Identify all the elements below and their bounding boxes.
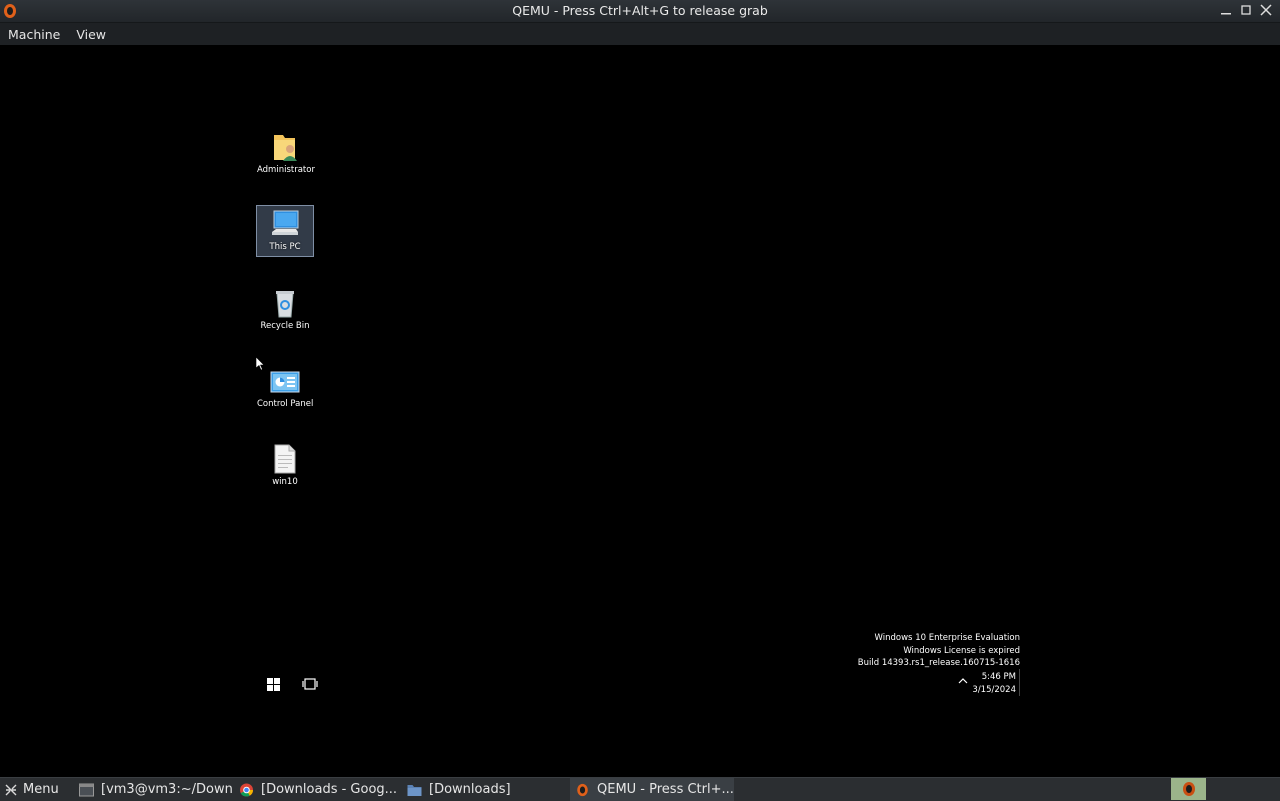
system-clock[interactable]: 5:46 PM 3/15/2024	[968, 671, 1016, 697]
license-watermark: Windows 10 Enterprise Evaluation Windows…	[858, 632, 1020, 670]
mouse-pointer-icon	[256, 357, 265, 371]
document-icon	[274, 444, 296, 474]
minimize-button[interactable]	[1220, 1, 1234, 19]
terminal-icon	[79, 783, 94, 796]
chrome-icon	[240, 783, 253, 797]
task-label: [Downloads - Goog...	[261, 782, 398, 797]
desktop-icon-recycle-bin[interactable]: Recycle Bin	[256, 284, 314, 336]
menu-machine[interactable]: Machine	[0, 27, 68, 42]
task-label: [vm3@vm3:~/Down...	[101, 782, 234, 797]
clock-date: 3/15/2024	[972, 685, 1016, 695]
task-qemu[interactable]: QEMU - Press Ctrl+...	[570, 778, 734, 801]
computer-icon	[272, 210, 299, 235]
user-folder-icon	[274, 135, 297, 161]
desktop-icon-this-pc[interactable]: This PC	[256, 205, 314, 257]
task-label: QEMU - Press Ctrl+...	[597, 782, 734, 797]
maximize-button[interactable]	[1240, 1, 1254, 19]
qemu-icon	[1182, 782, 1195, 796]
show-desktop-button[interactable]	[1019, 669, 1020, 696]
watermark-license: Windows License is expired	[903, 645, 1020, 656]
watermark-edition: Windows 10 Enterprise Evaluation	[874, 633, 1020, 643]
maximize-icon	[1241, 5, 1251, 15]
close-button[interactable]	[1260, 1, 1274, 19]
guest-screen[interactable]: Administrator This PC Recycle Bin Contro…	[0, 45, 1280, 777]
task-downloads-folder[interactable]: [Downloads]	[402, 778, 570, 801]
desktop-icon-label: Recycle Bin	[260, 321, 310, 331]
desktop-icon-label: Control Panel	[257, 399, 314, 409]
window-title: QEMU - Press Ctrl+Alt+G to release grab	[512, 3, 768, 18]
windows-start-icon[interactable]	[267, 678, 280, 691]
minimize-icon	[1221, 13, 1231, 15]
desktop-icon-win10[interactable]: win10	[256, 440, 314, 492]
task-view-icon[interactable]	[302, 677, 318, 691]
control-panel-icon	[270, 371, 300, 393]
window-titlebar[interactable]: QEMU - Press Ctrl+Alt+G to release grab	[0, 0, 1280, 23]
menu-view[interactable]: View	[68, 27, 114, 42]
desktop-icon-administrator[interactable]: Administrator	[256, 128, 315, 180]
task-terminal[interactable]: [vm3@vm3:~/Down...	[74, 778, 234, 801]
watermark-build: Build 14393.rs1_release.160715-1616	[857, 658, 1020, 668]
close-icon	[1260, 4, 1272, 16]
recycle-bin-icon	[276, 291, 294, 318]
app-menu-icon	[5, 784, 17, 795]
task-chrome[interactable]: [Downloads - Goog...	[234, 778, 402, 801]
qemu-icon	[577, 783, 588, 796]
host-taskbar: Menu [vm3@vm3:~/Down... [Downloads - Goo…	[0, 777, 1280, 801]
host-menu-button[interactable]: Menu	[0, 782, 74, 797]
menubar: Machine View	[0, 23, 1280, 45]
clock-time: 5:46 PM	[981, 672, 1016, 682]
desktop-icon-label: win10	[272, 477, 298, 487]
desktop-icon-label: This PC	[269, 242, 301, 252]
desktop-icon-label: Administrator	[257, 165, 315, 175]
tray-qemu-indicator[interactable]	[1171, 778, 1206, 800]
folder-icon	[407, 784, 422, 796]
task-label: [Downloads]	[429, 782, 511, 797]
host-menu-label: Menu	[23, 782, 59, 797]
